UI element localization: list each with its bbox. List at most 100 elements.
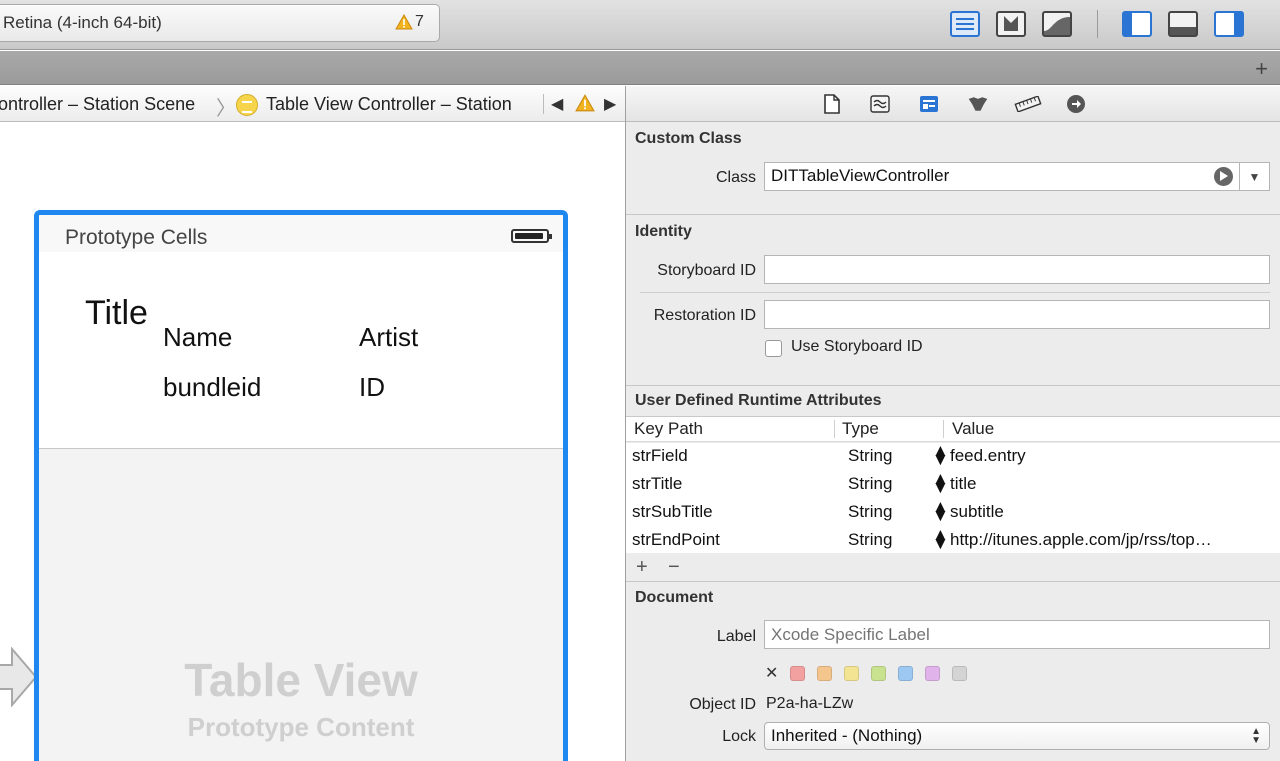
color-swatch-orange[interactable]: [817, 665, 833, 681]
value-cell[interactable]: subtitle: [950, 502, 1004, 522]
identity-inspector-icon[interactable]: [918, 93, 940, 115]
table-view-controller-scene[interactable]: Prototype Cells Title Name Artist bundle…: [34, 210, 568, 761]
previous-issue-icon[interactable]: ◀: [551, 94, 563, 114]
file-inspector-icon[interactable]: [821, 93, 843, 115]
color-swatch-yellow[interactable]: [844, 665, 860, 681]
class-dropdown-icon[interactable]: ▼: [1239, 163, 1269, 190]
label-label: Label: [716, 628, 756, 645]
navigator-panel-icon: [1122, 11, 1152, 37]
runtime-attributes-header: Key Path Type Value: [626, 416, 1280, 442]
restoration-id-label: Restoration ID: [653, 307, 756, 324]
type-stepper-icon[interactable]: ▲ ▼: [932, 526, 949, 552]
object-id-label: Object ID: [689, 696, 756, 713]
use-storyboard-id-checkbox[interactable]: [765, 340, 782, 357]
color-swatch-gray[interactable]: [952, 665, 968, 681]
issue-warning-icon[interactable]: [575, 94, 595, 117]
attributes-inspector-icon[interactable]: [967, 93, 989, 115]
assistant-editor-button[interactable]: [996, 10, 1026, 38]
cell-name-label[interactable]: Name: [163, 322, 232, 353]
battery-icon: [511, 229, 552, 243]
custom-class-section: Custom Class Class DITTableViewControlle…: [626, 122, 1280, 215]
table-row[interactable]: strSubTitle String ▲ ▼ subtitle: [626, 498, 1280, 526]
identity-inspector: Custom Class Class DITTableViewControlle…: [625, 86, 1280, 761]
color-swatch-blue[interactable]: [898, 665, 914, 681]
storyboard-id-label: Storyboard ID: [657, 262, 756, 279]
breadcrumb-controller[interactable]: Table View Controller – Station: [266, 94, 512, 115]
key-path-column-header[interactable]: Key Path: [634, 419, 703, 439]
utilities-panel-icon: [1214, 11, 1244, 37]
lock-popup-button[interactable]: Inherited - (Nothing) ▲ ▼: [764, 722, 1270, 750]
runtime-attributes-table: strField String ▲ ▼ feed.entry strTitle S…: [626, 442, 1280, 554]
version-editor-button[interactable]: [1042, 10, 1072, 38]
value-cell[interactable]: http://itunes.apple.com/jp/rss/top…: [950, 530, 1276, 550]
standard-editor-button[interactable]: [950, 10, 980, 38]
color-swatch-red[interactable]: [790, 665, 806, 681]
toggle-utilities-button[interactable]: [1214, 10, 1244, 38]
quick-help-icon[interactable]: [869, 93, 891, 115]
cell-title-label[interactable]: Title: [85, 294, 148, 333]
storyboard-id-field[interactable]: [764, 255, 1270, 284]
type-cell[interactable]: String: [848, 530, 892, 550]
key-path-cell[interactable]: strTitle: [632, 474, 682, 494]
jumpbar-divider: [543, 94, 544, 114]
type-cell[interactable]: String: [848, 502, 892, 522]
table-row[interactable]: strField String ▲ ▼ feed.entry: [626, 442, 1280, 470]
class-label: Class: [715, 169, 756, 186]
table-view-placeholder-title: Table View: [184, 654, 418, 706]
cell-id-label[interactable]: ID: [359, 372, 385, 403]
type-column-header[interactable]: Type: [842, 419, 879, 439]
initial-scene-arrow-icon: [0, 646, 38, 712]
scheme-selector[interactable]: Retina (4-inch 64-bit) 7: [0, 4, 440, 42]
add-attribute-icon[interactable]: +: [636, 556, 648, 579]
value-column-header[interactable]: Value: [952, 419, 994, 439]
key-path-cell[interactable]: strField: [632, 446, 688, 466]
type-stepper-icon[interactable]: ▲ ▼: [932, 442, 949, 468]
toggle-debug-area-button[interactable]: [1168, 10, 1198, 38]
tab-bar: +: [0, 51, 1280, 85]
document-title: Document: [635, 589, 714, 606]
toolbar: Retina (4-inch 64-bit) 7: [0, 0, 1280, 50]
label-color-picker: ✕: [765, 663, 968, 683]
type-cell[interactable]: String: [848, 446, 892, 466]
next-issue-icon[interactable]: ▶: [604, 94, 616, 114]
identity-title: Identity: [635, 223, 692, 240]
version-editor-icon: [1042, 11, 1072, 37]
standard-editor-icon: [950, 11, 980, 37]
storyboard-canvas[interactable]: Prototype Cells Title Name Artist bundle…: [0, 123, 625, 761]
value-cell[interactable]: title: [950, 474, 976, 494]
connections-inspector-icon[interactable]: [1065, 93, 1087, 115]
color-swatch-green[interactable]: [871, 665, 887, 681]
color-swatch-purple[interactable]: [925, 665, 941, 681]
runtime-attributes-title: User Defined Runtime Attributes: [635, 392, 882, 409]
class-value: DITTableViewController: [771, 166, 950, 185]
xcode-label-field[interactable]: [764, 620, 1270, 649]
add-tab-icon[interactable]: +: [1255, 56, 1268, 82]
identity-separator: [640, 292, 1270, 293]
key-path-cell[interactable]: strSubTitle: [632, 502, 713, 522]
cell-bundleid-label[interactable]: bundleid: [163, 372, 261, 403]
breadcrumb-scene[interactable]: ontroller – Station Scene: [0, 94, 195, 115]
prototype-cell[interactable]: Title Name Artist bundleid ID: [39, 252, 563, 449]
cell-artist-label[interactable]: Artist: [359, 322, 418, 353]
toggle-navigator-button[interactable]: [1122, 10, 1152, 38]
clear-color-icon[interactable]: ✕: [765, 663, 778, 683]
type-stepper-icon[interactable]: ▲ ▼: [932, 470, 949, 496]
scheme-warnings[interactable]: 7: [395, 13, 424, 31]
type-stepper-icon[interactable]: ▲ ▼: [932, 498, 949, 524]
section-divider: [626, 581, 1280, 582]
type-cell[interactable]: String: [848, 474, 892, 494]
key-path-cell[interactable]: strEndPoint: [632, 530, 720, 550]
identity-section: Identity Storyboard ID Restoration ID Us…: [626, 216, 1280, 386]
breadcrumb-separator: 〉: [216, 98, 236, 120]
inspector-tabs: [626, 86, 1280, 122]
remove-attribute-icon[interactable]: −: [668, 556, 680, 579]
size-inspector-icon[interactable]: [1014, 93, 1042, 115]
value-cell[interactable]: feed.entry: [950, 446, 1026, 466]
table-row[interactable]: strTitle String ▲ ▼ title: [626, 470, 1280, 498]
table-row[interactable]: strEndPoint String ▲ ▼ http://itunes.appl…: [626, 526, 1280, 554]
restoration-id-field[interactable]: [764, 300, 1270, 329]
class-combo-box[interactable]: DITTableViewController ▼: [764, 162, 1270, 191]
assistant-editor-icon: [996, 11, 1026, 37]
prototype-cells-label: Prototype Cells: [65, 226, 208, 249]
go-to-class-icon[interactable]: [1214, 167, 1233, 186]
